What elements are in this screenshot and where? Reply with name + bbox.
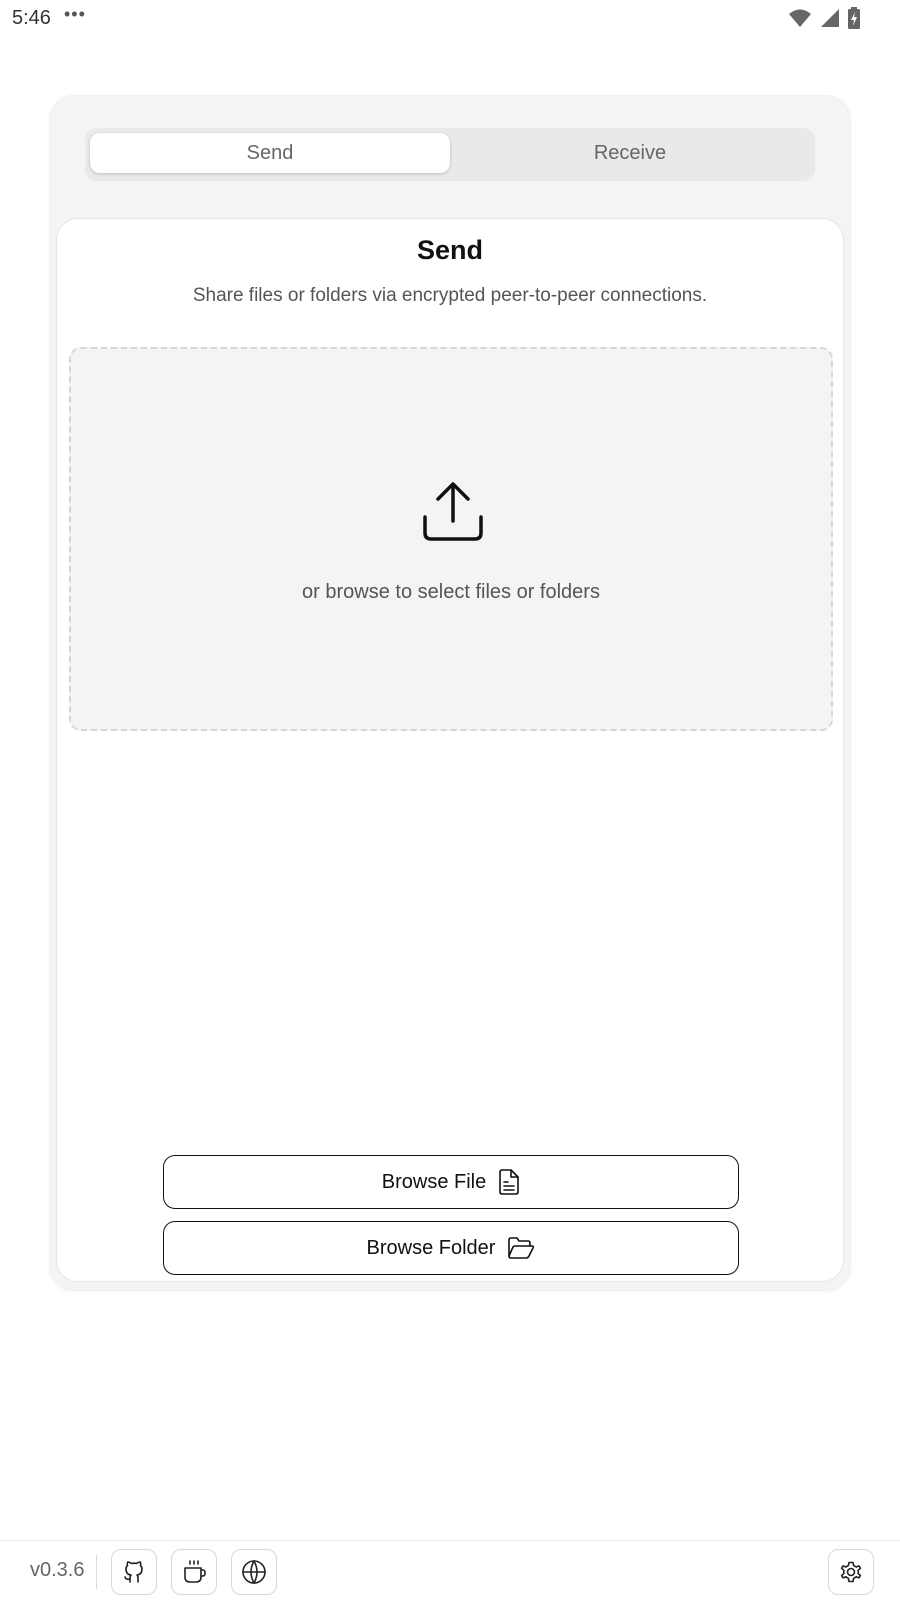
folder-open-icon <box>508 1237 535 1259</box>
notification-dots: ••• <box>64 4 86 24</box>
battery-icon <box>848 7 860 29</box>
status-time: 5:46 <box>12 7 51 29</box>
wifi-icon <box>789 9 811 27</box>
browse-file-button[interactable]: Browse File <box>163 1155 739 1209</box>
browse-folder-label: Browse Folder <box>366 1236 496 1259</box>
app-version: v0.3.6 <box>30 1559 85 1581</box>
send-receive-tabs: Send Receive <box>85 128 815 181</box>
status-icons <box>788 7 860 29</box>
dropzone-hint: or browse to select files or folders <box>302 581 600 603</box>
browse-file-label: Browse File <box>381 1170 487 1193</box>
footer-bar: v0.3.6 <box>0 1540 900 1600</box>
file-icon <box>499 1169 520 1195</box>
tab-receive[interactable]: Receive <box>450 133 810 173</box>
panel-subtitle: Share files or folders via encrypted pee… <box>192 285 708 306</box>
github-button[interactable] <box>111 1549 157 1595</box>
send-panel: Send Share files or folders via encrypte… <box>56 218 844 1282</box>
app-screen: 5:46 ••• Send Receive Send Share files o… <box>0 0 900 1600</box>
upload-icon <box>423 482 483 541</box>
app-card: Send Receive Send Share files or folders… <box>50 96 850 1290</box>
signal-icon <box>821 9 839 27</box>
github-icon <box>124 1561 143 1583</box>
globe-icon <box>242 1560 266 1584</box>
tab-send[interactable]: Send <box>90 133 450 173</box>
coffee-icon <box>184 1560 206 1583</box>
status-bar: 5:46 ••• <box>0 0 900 36</box>
footer-divider <box>96 1555 97 1589</box>
coffee-button[interactable] <box>171 1549 217 1595</box>
gear-icon <box>840 1561 862 1583</box>
settings-button[interactable] <box>828 1549 874 1595</box>
website-button[interactable] <box>231 1549 277 1595</box>
panel-title: Send <box>416 235 483 265</box>
browse-folder-button[interactable]: Browse Folder <box>163 1221 739 1275</box>
file-dropzone[interactable]: or browse to select files or folders <box>69 347 833 731</box>
